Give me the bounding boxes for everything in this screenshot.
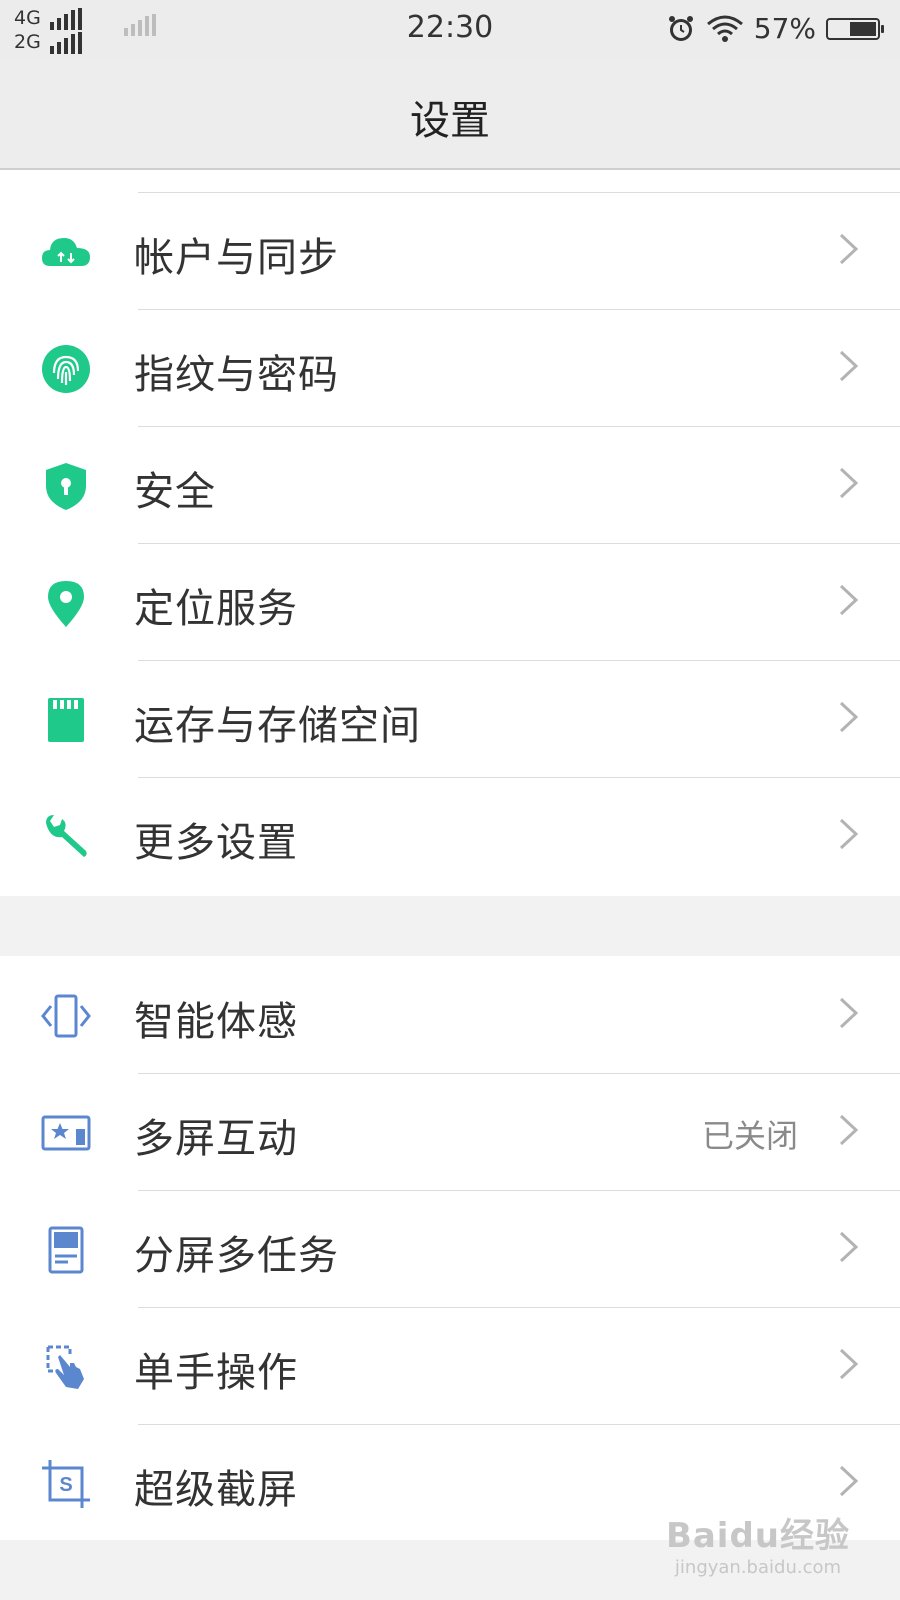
setting-multi-screen[interactable]: 多屏互动 已关闭 — [0, 1073, 900, 1190]
setting-label: 分屏多任务 — [134, 1233, 339, 1279]
battery-icon — [826, 17, 884, 40]
battery-percent: 57% — [753, 12, 816, 45]
title-bar: 设置 — [0, 58, 900, 170]
chevron-right-icon — [839, 1465, 859, 1497]
settings-group-1: 帐户与同步 指纹与密码 安全 定位服务 运存与存储空间 更多设置 — [0, 170, 900, 896]
divider — [138, 1307, 900, 1308]
chevron-right-icon — [839, 701, 859, 733]
setting-one-hand[interactable]: 单手操作 — [0, 1307, 900, 1424]
multi-screen-icon — [41, 1115, 91, 1151]
chevron-right-icon — [839, 1114, 859, 1146]
sd-card-icon — [48, 698, 84, 742]
setting-smart-motion[interactable]: 智能体感 — [0, 956, 900, 1073]
setting-label: 安全 — [134, 469, 216, 515]
chevron-right-icon — [839, 233, 859, 265]
chevron-right-icon — [839, 584, 859, 616]
setting-more[interactable]: 更多设置 — [0, 777, 900, 894]
divider — [138, 777, 900, 778]
settings-group-2: 智能体感 多屏互动 已关闭 分屏多任务 单手操作 S 超级截屏 — [0, 956, 900, 1540]
one-hand-icon — [46, 1345, 84, 1389]
status-bar: 4G 2G 22:30 57% — [0, 0, 900, 58]
chevron-right-icon — [839, 997, 859, 1029]
status-right: 57% — [666, 12, 884, 45]
divider — [138, 660, 900, 661]
chevron-right-icon — [839, 467, 859, 499]
chevron-right-icon — [839, 350, 859, 382]
divider — [138, 1073, 900, 1074]
setting-label: 定位服务 — [134, 586, 298, 632]
divider — [138, 1190, 900, 1191]
setting-security[interactable]: 安全 — [0, 426, 900, 543]
divider — [138, 426, 900, 427]
divider — [138, 1424, 900, 1425]
setting-label: 运存与存储空间 — [134, 703, 421, 749]
watermark-url: jingyan.baidu.com — [674, 1557, 842, 1578]
chevron-right-icon — [839, 1231, 859, 1263]
shield-icon — [46, 463, 86, 510]
setting-label: 超级截屏 — [134, 1467, 298, 1513]
wrench-icon — [46, 815, 87, 857]
page-title: 设置 — [410, 98, 490, 144]
setting-label: 单手操作 — [134, 1350, 298, 1396]
fingerprint-icon — [42, 345, 90, 393]
chevron-right-icon — [839, 818, 859, 850]
setting-location[interactable]: 定位服务 — [0, 543, 900, 660]
setting-split-screen[interactable]: 分屏多任务 — [0, 1190, 900, 1307]
alarm-icon — [668, 15, 693, 41]
motion-sense-icon — [41, 994, 91, 1038]
setting-fingerprint-password[interactable]: 指纹与密码 — [0, 309, 900, 426]
setting-label: 多屏互动 — [134, 1116, 298, 1162]
split-screen-icon — [48, 1226, 84, 1274]
chevron-right-icon — [839, 1348, 859, 1380]
setting-label: 更多设置 — [134, 820, 298, 866]
setting-account-sync[interactable]: 帐户与同步 — [0, 192, 900, 309]
watermark-brand: Baidu经验 — [665, 1516, 850, 1556]
svg-text:S: S — [59, 1474, 72, 1496]
wifi-icon — [706, 15, 743, 42]
divider — [138, 309, 900, 310]
cloud-sync-icon — [42, 238, 90, 266]
divider — [138, 543, 900, 544]
screenshot-icon: S — [42, 1460, 90, 1508]
status-value: 已关闭 — [701, 1117, 798, 1155]
setting-label: 指纹与密码 — [134, 352, 339, 398]
setting-label: 帐户与同步 — [134, 235, 339, 281]
location-pin-icon — [48, 581, 84, 627]
setting-label: 智能体感 — [134, 999, 298, 1045]
watermark: Baidu经验 jingyan.baidu.com — [666, 1508, 850, 1578]
setting-memory-storage[interactable]: 运存与存储空间 — [0, 660, 900, 777]
